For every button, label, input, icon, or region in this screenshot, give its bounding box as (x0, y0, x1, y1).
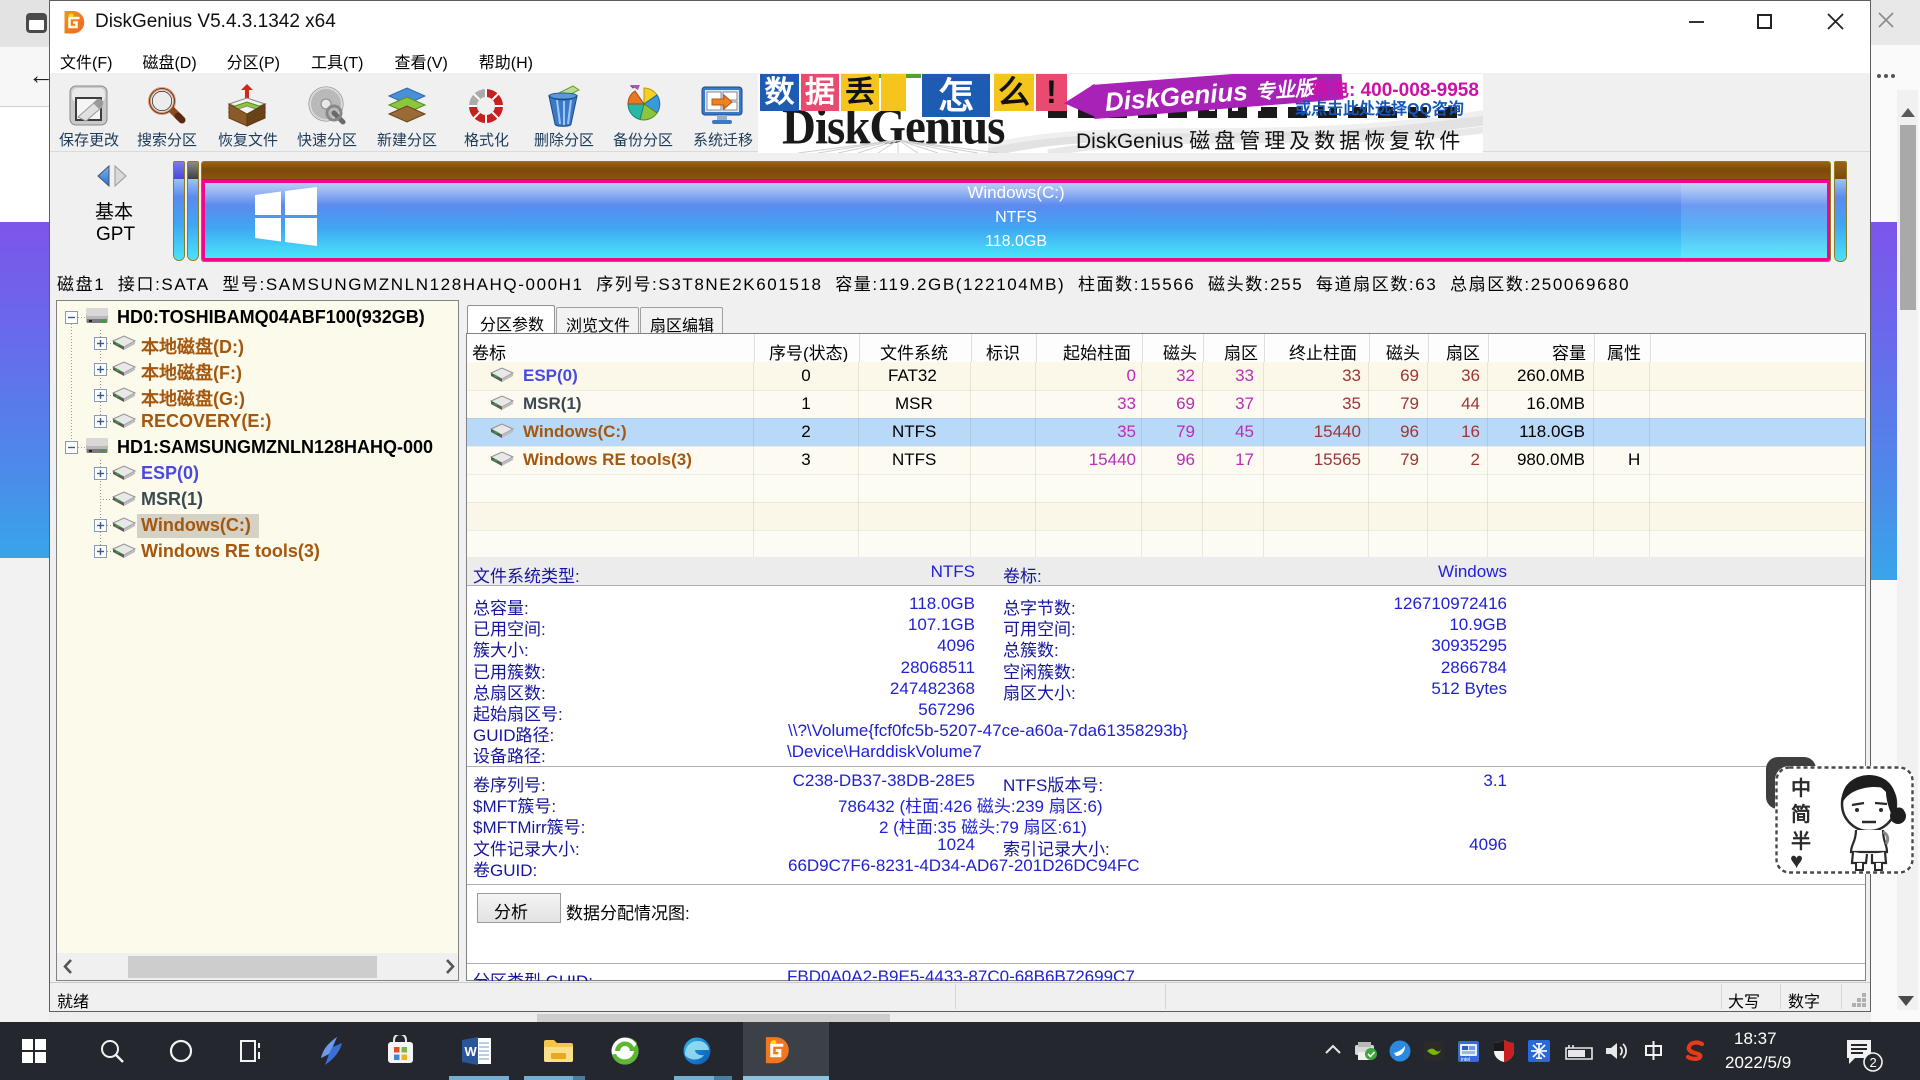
svg-text:2: 2 (1870, 1055, 1877, 1070)
svg-text:W: W (465, 1044, 478, 1059)
svg-text:intel: intel (1461, 1057, 1470, 1062)
